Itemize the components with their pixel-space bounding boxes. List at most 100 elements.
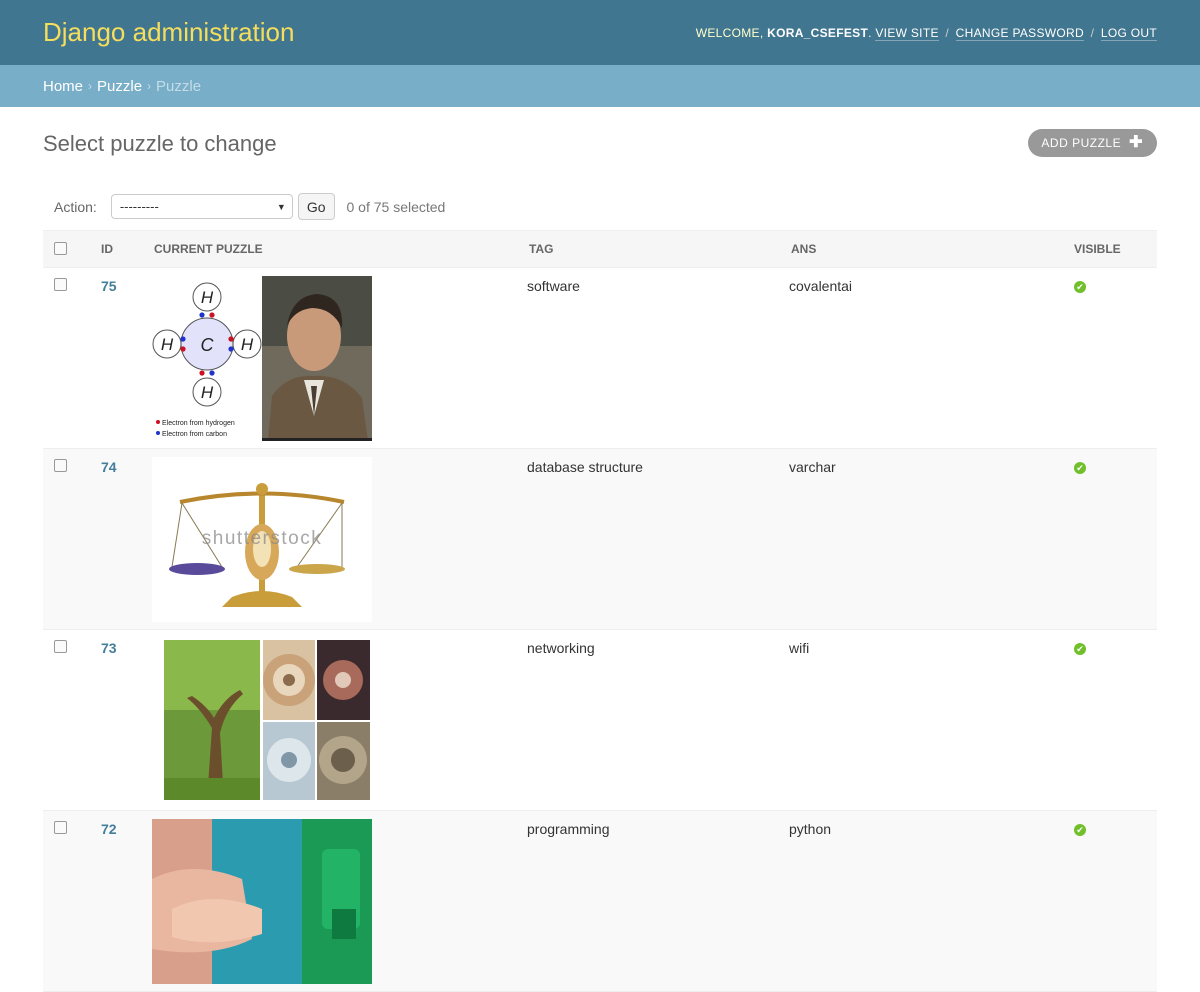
id-cell: 72	[101, 810, 154, 992]
breadcrumb-separator: ›	[147, 79, 152, 93]
h-label: H	[241, 335, 254, 354]
username: KORA_CSEFEST	[767, 25, 869, 40]
visible-cell: ✔	[1074, 810, 1157, 992]
ans-cell: python	[789, 810, 1074, 992]
check-circle-icon: ✔	[1074, 643, 1086, 655]
methane-diagram-image: H H H H C Electron from hydrogen Electro…	[152, 276, 372, 441]
row-checkbox[interactable]	[54, 278, 67, 291]
ans-cell: wifi	[789, 629, 1074, 811]
column-header-id[interactable]: ID	[101, 230, 154, 268]
tag-value: database structure	[527, 459, 643, 475]
h-label: H	[201, 288, 214, 307]
ans-cell: varchar	[789, 448, 1074, 630]
puzzle-id-link[interactable]: 75	[101, 278, 117, 294]
visible-cell: ✔	[1074, 448, 1157, 630]
tag-value: programming	[527, 821, 610, 837]
visible-cell: ✔	[1074, 267, 1157, 449]
tag-value: networking	[527, 640, 595, 656]
breadcrumb: Home › Puzzle › Puzzle	[0, 65, 1200, 107]
id-cell: 73	[101, 629, 154, 811]
nature-spirals-image	[152, 638, 372, 803]
check-circle-icon: ✔	[1074, 281, 1086, 293]
log-out-link[interactable]: LOG OUT	[1100, 25, 1157, 41]
puzzle-image-cell: H H H H C Electron from hydrogen Electro…	[152, 267, 529, 449]
puzzle-image-scales: shutterstock	[152, 457, 372, 622]
select-all-checkbox[interactable]	[54, 242, 67, 255]
check-circle-icon: ✔	[1074, 462, 1086, 474]
table-row: 73 networking wifi ✔	[43, 629, 1157, 811]
puzzle-image-spirals	[152, 638, 372, 803]
ans-cell: covalentai	[789, 267, 1074, 449]
check-circle-icon: ✔	[1074, 824, 1086, 836]
table-header-row: ID CURRENT PUZZLE TAG ANS VISIBLE	[43, 230, 1157, 268]
caret-down-icon: ▼	[276, 201, 286, 212]
action-select-value: ---------	[119, 199, 159, 214]
breadcrumb-home[interactable]: Home	[43, 78, 83, 95]
puzzle-id-link[interactable]: 73	[101, 640, 117, 656]
ans-value: python	[789, 821, 832, 837]
separator: /	[945, 25, 950, 40]
ans-value: wifi	[789, 640, 810, 656]
actions-bar: Action: --------- ▼ Go 0 of 75 selected	[43, 193, 445, 220]
table-row: 75 H H H H C Electron from hydrogen Elec…	[43, 267, 1157, 449]
ans-value: covalentai	[789, 278, 853, 294]
add-puzzle-button[interactable]: ADD PUZZLE ✚	[1028, 129, 1157, 157]
tag-cell: software	[527, 267, 791, 449]
user-tools: WELCOME, KORA_CSEFEST. VIEW SITE / CHANG…	[695, 25, 1157, 41]
tag-cell: programming	[527, 810, 791, 992]
breadcrumb-separator: ›	[88, 79, 93, 93]
h-label: H	[201, 383, 214, 402]
view-site-link[interactable]: VIEW SITE	[875, 25, 939, 41]
go-button[interactable]: Go	[297, 193, 335, 220]
column-header-visible[interactable]: VISIBLE	[1074, 230, 1157, 268]
action-select[interactable]: --------- ▼	[110, 194, 293, 219]
puzzle-image-cell: shutterstock	[152, 448, 529, 630]
row-checkbox[interactable]	[54, 821, 67, 834]
hands-switch-image	[152, 819, 372, 984]
puzzle-image-cell	[152, 810, 529, 992]
row-select-cell	[43, 810, 101, 992]
table-row: 74 shutterstock database structure varch…	[43, 448, 1157, 630]
h-label: H	[161, 335, 174, 354]
action-label: Action:	[54, 198, 97, 215]
tag-cell: database structure	[527, 448, 791, 630]
row-checkbox[interactable]	[54, 640, 67, 653]
row-select-cell	[43, 629, 101, 811]
table-row: 72 programming python ✔	[43, 810, 1157, 992]
add-puzzle-label: ADD PUZZLE	[1041, 136, 1122, 150]
c-label: C	[201, 335, 215, 355]
results-table: ID CURRENT PUZZLE TAG ANS VISIBLE 75 H H…	[43, 230, 1157, 992]
breadcrumb-app[interactable]: Puzzle	[97, 78, 142, 95]
plus-icon: ✚	[1129, 134, 1143, 151]
puzzle-image-cell	[152, 629, 529, 811]
puzzle-image-methane-portrait: H H H H C Electron from hydrogen Electro…	[152, 276, 372, 441]
legend-hydrogen: Electron from hydrogen	[162, 420, 235, 427]
id-cell: 75	[101, 267, 154, 449]
puzzle-id-link[interactable]: 74	[101, 459, 117, 475]
selection-counter: 0 of 75 selected	[346, 198, 446, 215]
column-header-current-puzzle[interactable]: CURRENT PUZZLE	[154, 230, 529, 268]
page-title: Select puzzle to change	[43, 131, 277, 156]
site-brand[interactable]: Django administration	[43, 17, 294, 48]
column-header-ans[interactable]: ANS	[791, 230, 1074, 268]
column-header-tag[interactable]: TAG	[529, 230, 791, 268]
tag-cell: networking	[527, 629, 791, 811]
separator: /	[1090, 25, 1095, 40]
puzzle-image-hands-switch	[152, 819, 372, 984]
select-all-cell	[43, 230, 101, 268]
balance-scale-image: shutterstock	[152, 457, 372, 622]
watermark-text: shutterstock	[202, 528, 322, 549]
legend-carbon: Electron from carbon	[162, 431, 227, 438]
visible-cell: ✔	[1074, 629, 1157, 811]
puzzle-id-link[interactable]: 72	[101, 821, 117, 837]
header: Django administration WELCOME, KORA_CSEF…	[0, 0, 1200, 65]
row-select-cell	[43, 448, 101, 630]
tag-value: software	[527, 278, 580, 294]
row-checkbox[interactable]	[54, 459, 67, 472]
id-cell: 74	[101, 448, 154, 630]
welcome-label: WELCOME,	[695, 25, 764, 40]
row-select-cell	[43, 267, 101, 449]
ans-value: varchar	[789, 459, 836, 475]
breadcrumb-current: Puzzle	[156, 77, 202, 95]
change-password-link[interactable]: CHANGE PASSWORD	[955, 25, 1084, 41]
